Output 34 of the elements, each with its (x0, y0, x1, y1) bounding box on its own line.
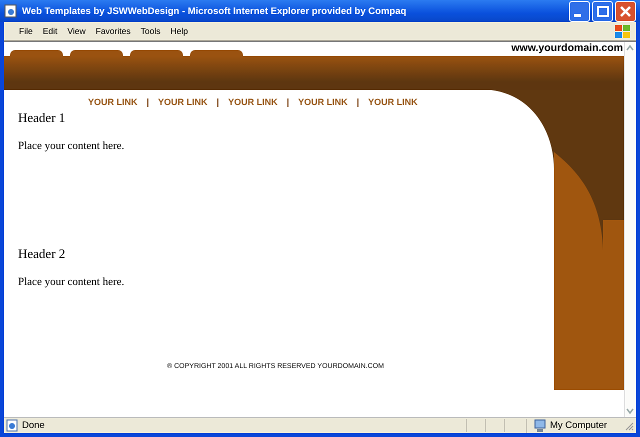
domain-text: www.yourdomain.com (511, 42, 623, 54)
menu-item[interactable]: Edit (38, 26, 62, 36)
menu-item[interactable]: Tools (136, 26, 166, 36)
window-title: Web Templates by JSWWebDesign - Microsoft Internet Explorer provided by Compaq (22, 6, 408, 16)
nav-link[interactable]: YOUR LINK (88, 97, 138, 107)
nav-link[interactable]: YOUR LINK (298, 97, 348, 107)
page-icon (6, 419, 19, 432)
page-icon (4, 4, 18, 18)
menu-item[interactable]: Favorites (90, 26, 136, 36)
computer-icon (533, 418, 547, 432)
section-header: Header 1 (18, 110, 66, 126)
separator: | (286, 97, 290, 107)
close-icon (620, 6, 631, 16)
section-header: Header 2 (18, 246, 66, 262)
maximize-button[interactable] (592, 0, 613, 22)
status-text: Done (22, 420, 46, 431)
separator: | (146, 97, 150, 107)
menu-item[interactable]: File (14, 26, 38, 36)
flag-logo-icon (614, 23, 632, 39)
separator: | (216, 97, 220, 107)
body-text: Place your content here. (18, 140, 126, 152)
body-text: Place your content here. (18, 276, 126, 288)
nav-link[interactable]: YOUR LINK (368, 97, 418, 107)
close-button[interactable] (615, 0, 636, 22)
zone-text: My Computer (550, 420, 608, 431)
separator: | (356, 97, 360, 107)
nav-link[interactable]: YOUR LINK (158, 97, 208, 107)
minimize-icon (574, 14, 581, 16)
maximize-icon (596, 6, 608, 16)
nav-link[interactable]: YOUR LINK (228, 97, 278, 107)
resize-grip-icon[interactable] (624, 420, 634, 430)
menu-item[interactable]: View (62, 26, 91, 36)
menu-item[interactable]: Help (165, 26, 193, 36)
minimize-button[interactable] (569, 0, 590, 22)
